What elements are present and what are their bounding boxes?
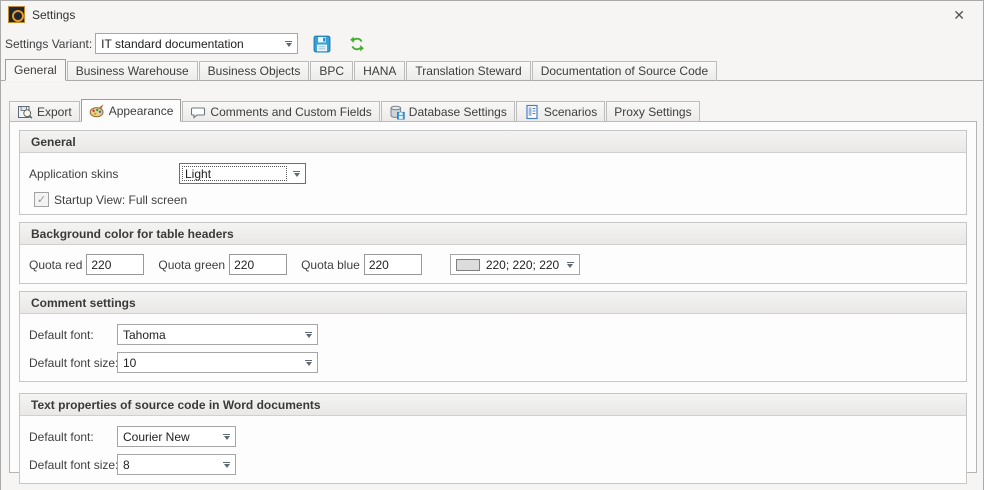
section-background-color: Background color for table headers Quota… bbox=[19, 222, 967, 284]
word-font-row: Default font: Courier New bbox=[20, 426, 966, 447]
close-icon[interactable]: ✕ bbox=[953, 8, 965, 22]
startup-view-label: Startup View: Full screen bbox=[54, 193, 187, 207]
comment-default-font-size-combobox[interactable]: 10 bbox=[117, 352, 318, 373]
settings-window: Settings ✕ Settings Variant: IT standard… bbox=[0, 0, 984, 490]
app-logo-icon bbox=[8, 6, 25, 23]
database-save-icon bbox=[389, 104, 405, 120]
settings-variant-bar: Settings Variant: IT standard documentat… bbox=[5, 33, 983, 54]
tab-comments-label: Comments and Custom Fields bbox=[210, 105, 371, 119]
speech-bubble-icon bbox=[190, 104, 206, 120]
chevron-down-icon[interactable] bbox=[218, 427, 235, 446]
section-background-color-title: Background color for table headers bbox=[20, 223, 966, 245]
sub-tab-bar: Export Appearance Comments and Custom Fi… bbox=[1, 99, 983, 122]
refresh-icon bbox=[349, 36, 365, 52]
color-swatch bbox=[456, 259, 480, 271]
word-default-font-size-value: 8 bbox=[118, 458, 218, 472]
checkmark-icon: ✓ bbox=[37, 193, 46, 206]
tab-proxy-settings[interactable]: Proxy Settings bbox=[606, 101, 699, 122]
tab-appearance[interactable]: Appearance bbox=[81, 99, 182, 122]
quota-blue-input[interactable] bbox=[364, 254, 422, 275]
quota-green-input[interactable] bbox=[229, 254, 287, 275]
tab-hana[interactable]: HANA bbox=[354, 61, 405, 81]
application-skins-label: Application skins bbox=[29, 167, 179, 181]
save-variant-button[interactable] bbox=[311, 34, 333, 54]
refresh-variant-button[interactable] bbox=[346, 34, 368, 54]
tab-database-settings-label: Database Settings bbox=[409, 105, 507, 119]
word-font-size-row: Default font size: 8 bbox=[20, 454, 966, 475]
chevron-down-icon[interactable] bbox=[288, 164, 305, 183]
section-word-source-code: Text properties of source code in Word d… bbox=[19, 393, 967, 484]
table-header-color-combobox[interactable]: 220; 220; 220 bbox=[450, 254, 580, 275]
quota-green-label: Quota green bbox=[158, 258, 225, 272]
chevron-down-icon[interactable] bbox=[300, 353, 317, 372]
tab-database-settings[interactable]: Database Settings bbox=[381, 101, 515, 122]
tab-business-warehouse[interactable]: Business Warehouse bbox=[67, 61, 198, 81]
chevron-down-icon[interactable] bbox=[562, 255, 579, 274]
appearance-panel: General Application skins Light ✓ Startu… bbox=[9, 121, 977, 473]
section-comment-settings-title: Comment settings bbox=[20, 292, 966, 314]
export-icon bbox=[17, 104, 33, 120]
comment-default-font-value: Tahoma bbox=[118, 328, 300, 342]
word-default-font-combobox[interactable]: Courier New bbox=[117, 426, 236, 447]
palette-icon bbox=[89, 103, 105, 119]
startup-view-row: ✓ Startup View: Full screen bbox=[20, 184, 966, 214]
application-skins-row: Application skins Light bbox=[20, 153, 966, 184]
comment-font-row: Default font: Tahoma bbox=[20, 324, 966, 345]
tab-proxy-settings-label: Proxy Settings bbox=[614, 105, 691, 119]
comment-default-font-size-value: 10 bbox=[118, 356, 300, 370]
section-word-source-code-title: Text properties of source code in Word d… bbox=[20, 394, 966, 416]
application-skins-combobox[interactable]: Light bbox=[179, 163, 306, 184]
save-icon bbox=[313, 35, 331, 53]
settings-variant-value: IT standard documentation bbox=[96, 37, 280, 51]
tab-appearance-label: Appearance bbox=[109, 104, 174, 118]
table-header-color-value: 220; 220; 220 bbox=[480, 258, 562, 272]
quota-red-input[interactable] bbox=[86, 254, 144, 275]
section-general: General Application skins Light ✓ Startu… bbox=[19, 130, 967, 215]
quota-red-label: Quota red bbox=[29, 258, 82, 272]
tab-general[interactable]: General bbox=[5, 59, 66, 81]
tab-scenarios-label: Scenarios bbox=[544, 105, 597, 119]
word-default-font-label: Default font: bbox=[29, 430, 117, 444]
tab-business-objects[interactable]: Business Objects bbox=[199, 61, 310, 81]
quota-blue-label: Quota blue bbox=[301, 258, 360, 272]
application-skins-value: Light bbox=[180, 167, 288, 181]
main-tab-bar: General Business Warehouse Business Obje… bbox=[1, 59, 983, 81]
settings-variant-combobox[interactable]: IT standard documentation bbox=[95, 33, 298, 54]
tab-translation-steward[interactable]: Translation Steward bbox=[406, 61, 530, 81]
quota-row: Quota red Quota green Quota blue 220; 22… bbox=[20, 245, 966, 283]
word-default-font-size-combobox[interactable]: 8 bbox=[117, 454, 236, 475]
section-general-title: General bbox=[20, 131, 966, 153]
tab-export-label: Export bbox=[37, 105, 72, 119]
chevron-down-icon[interactable] bbox=[300, 325, 317, 344]
word-default-font-size-label: Default font size: bbox=[29, 458, 117, 472]
startup-view-checkbox[interactable]: ✓ bbox=[34, 192, 49, 207]
tab-scenarios[interactable]: Scenarios bbox=[516, 101, 605, 122]
chevron-down-icon[interactable] bbox=[280, 34, 297, 53]
tab-bpc[interactable]: BPC bbox=[310, 61, 353, 81]
tab-export[interactable]: Export bbox=[9, 101, 80, 122]
comment-default-font-label: Default font: bbox=[29, 328, 117, 342]
word-default-font-value: Courier New bbox=[118, 430, 218, 444]
settings-variant-label: Settings Variant: bbox=[5, 37, 92, 51]
tab-comments-and-custom-fields[interactable]: Comments and Custom Fields bbox=[182, 101, 379, 122]
chevron-down-icon[interactable] bbox=[218, 455, 235, 474]
window-title: Settings bbox=[32, 8, 75, 22]
comment-font-size-row: Default font size: 10 bbox=[20, 352, 966, 373]
document-lines-icon bbox=[524, 104, 540, 120]
tab-documentation-of-source-code[interactable]: Documentation of Source Code bbox=[532, 61, 717, 81]
comment-default-font-size-label: Default font size: bbox=[29, 356, 117, 370]
titlebar: Settings ✕ bbox=[1, 1, 983, 25]
section-comment-settings: Comment settings Default font: Tahoma De… bbox=[19, 291, 967, 382]
comment-default-font-combobox[interactable]: Tahoma bbox=[117, 324, 318, 345]
